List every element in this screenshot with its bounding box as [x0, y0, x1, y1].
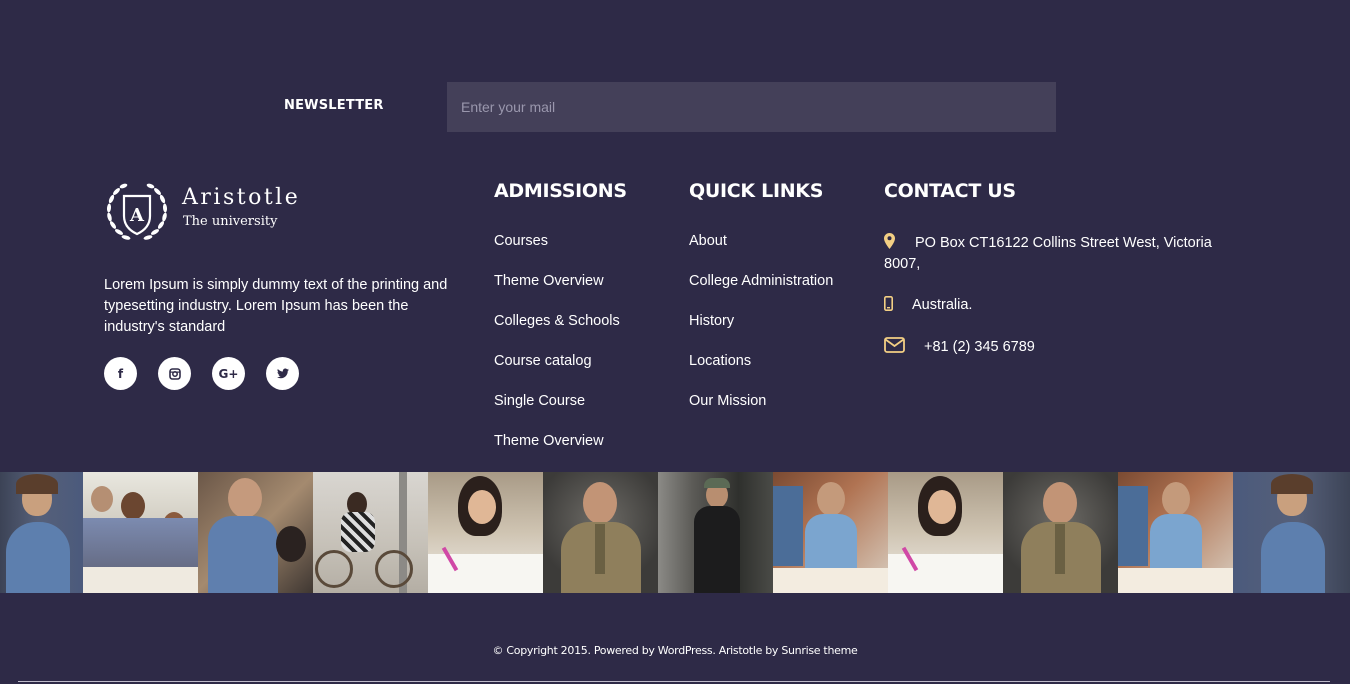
admissions-title: ADMISSIONS	[494, 180, 627, 202]
gallery-photo-team-meeting[interactable]	[83, 472, 198, 593]
gallery-photo-student-writing[interactable]	[428, 472, 543, 593]
gallery-photo-professor[interactable]	[543, 472, 658, 593]
quick-links-title: QUICK LINKS	[689, 180, 824, 202]
gallery-photo-man-computer[interactable]	[773, 472, 888, 593]
facebook-icon: f	[117, 366, 124, 381]
admissions-link-theme-overview-2[interactable]: Theme Overview	[494, 433, 620, 473]
newsletter-label: NEWSLETTER	[284, 98, 384, 113]
twitter-icon	[276, 368, 289, 379]
gallery-photo-professor-2[interactable]	[1003, 472, 1118, 593]
photo-gallery	[0, 472, 1350, 593]
envelope-icon	[884, 337, 905, 354]
quick-link-about[interactable]: About	[689, 233, 833, 273]
admissions-link-colleges-schools[interactable]: Colleges & Schools	[494, 313, 620, 353]
twitter-button[interactable]	[266, 357, 299, 390]
gallery-photo-man-laptop[interactable]	[198, 472, 313, 593]
mobile-phone-icon	[884, 295, 893, 311]
instagram-button[interactable]	[158, 357, 191, 390]
admissions-link-course-catalog[interactable]: Course catalog	[494, 353, 620, 393]
contact-country: Australia.	[884, 295, 972, 316]
gallery-photo-woman-denim-2[interactable]	[1233, 472, 1350, 593]
brand-description: Lorem Ipsum is simply dummy text of the …	[104, 277, 448, 335]
laurel-shield-emblem-icon: A	[106, 182, 168, 241]
brand-tagline: The university	[183, 214, 278, 229]
gallery-photo-man-computer-2[interactable]	[1118, 472, 1233, 593]
contact-phone: +81 (2) 345 6789	[884, 337, 1035, 358]
quick-links-list: About College Administration History Loc…	[689, 233, 833, 433]
admissions-link-courses[interactable]: Courses	[494, 233, 620, 273]
facebook-button[interactable]: f	[104, 357, 137, 390]
copyright-text: © Copyright 2015. Powered by WordPress. …	[492, 644, 858, 657]
emblem-letter: A	[129, 205, 145, 226]
admissions-links: Courses Theme Overview Colleges & School…	[494, 233, 620, 473]
gallery-photo-woman-denim[interactable]	[0, 472, 83, 593]
admissions-link-single-course[interactable]: Single Course	[494, 393, 620, 433]
map-pin-icon	[884, 233, 895, 250]
quick-link-history[interactable]: History	[689, 313, 833, 353]
admissions-link-theme-overview[interactable]: Theme Overview	[494, 273, 620, 313]
gallery-photo-cyclist[interactable]	[313, 472, 428, 593]
gallery-photo-man-backpack[interactable]	[658, 472, 773, 593]
contact-phone-text: +81 (2) 345 6789	[924, 339, 1035, 355]
contact-title: CONTACT US	[884, 180, 1016, 202]
bottom-divider	[18, 681, 1330, 682]
contact-address-text: PO Box CT16122 Collins Street West, Vict…	[884, 235, 1212, 272]
quick-link-college-administration[interactable]: College Administration	[689, 273, 833, 313]
contact-address: PO Box CT16122 Collins Street West, Vict…	[884, 233, 1219, 275]
google-plus-icon: G+	[218, 366, 239, 381]
instagram-icon	[168, 367, 181, 380]
quick-link-locations[interactable]: Locations	[689, 353, 833, 393]
brand-logo[interactable]: A Aristotle The university	[104, 181, 324, 247]
gallery-photo-student-writing-2[interactable]	[888, 472, 1003, 593]
contact-country-text: Australia.	[912, 297, 973, 313]
brand-name: Aristotle	[182, 185, 301, 210]
newsletter-email-input[interactable]	[447, 82, 1056, 132]
quick-link-our-mission[interactable]: Our Mission	[689, 393, 833, 433]
google-plus-button[interactable]: G+	[212, 357, 245, 390]
social-links: f G+	[104, 357, 299, 390]
